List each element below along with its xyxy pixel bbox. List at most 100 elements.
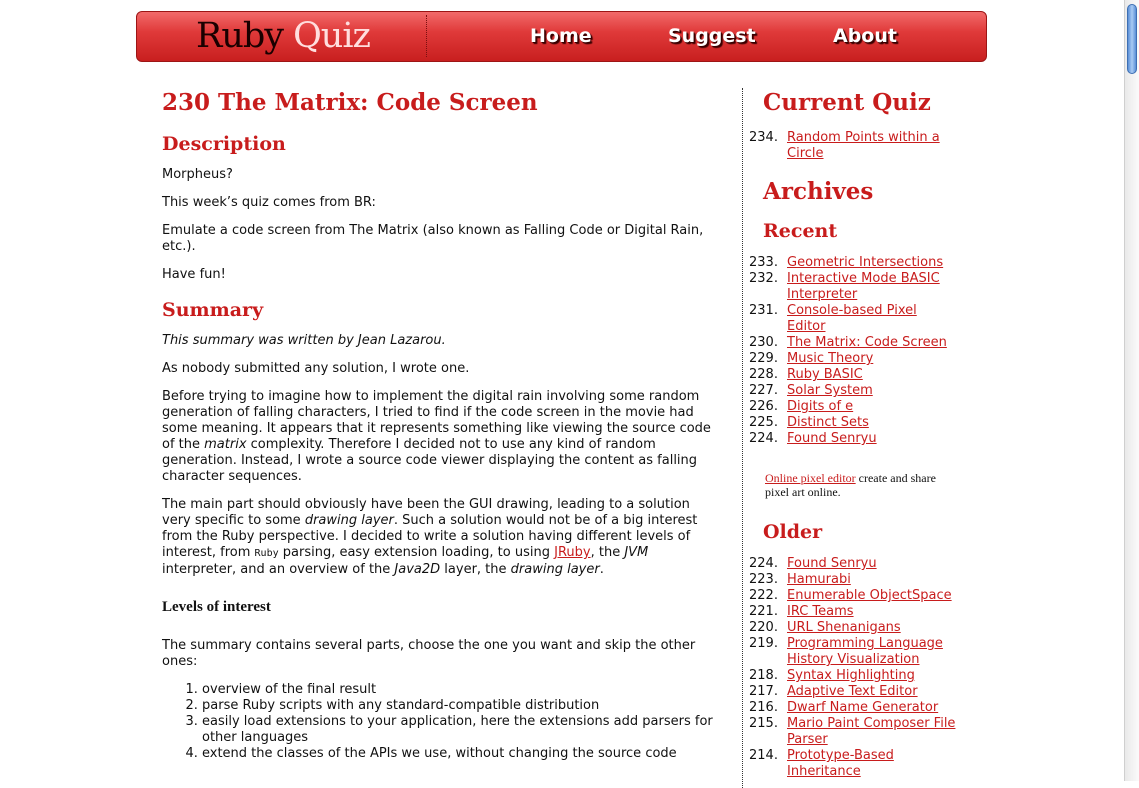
quiz-list-item: 231. Console-based Pixel Editor [749,303,969,335]
sidebar: Current Quiz 234. Random Points within a … [749,86,969,780]
quiz-link[interactable]: Programming Language History Visualizati… [787,636,957,668]
description-heading: Description [162,133,286,155]
quiz-link[interactable]: Found Senryu [787,431,957,447]
quiz-number: 226. [749,399,778,414]
scrollbar-thumb[interactable] [1127,4,1137,74]
quiz-number: 216. [749,700,778,715]
site-header: Ruby Quiz Home Suggest About [136,11,987,62]
quiz-link[interactable]: Distinct Sets [787,415,957,431]
byline-text: This summary was written by Jean Lazarou… [162,333,446,348]
quiz-link[interactable]: The Matrix: Code Screen [787,335,957,351]
sidebar-divider [742,88,743,788]
emphasis: JVM [624,545,649,560]
quiz-link[interactable]: Enumerable ObjectSpace [787,588,957,604]
quiz-list-item: 234. Random Points within a Circle [749,130,969,162]
summary-heading: Summary [162,299,264,321]
list-item: parse Ruby scripts with any standard-com… [202,698,722,714]
nav-suggest-link[interactable]: Suggest [668,25,756,47]
jruby-link[interactable]: JRuby [554,545,590,560]
page-title: 230 The Matrix: Code Screen [162,89,538,116]
text-run: . [599,562,604,577]
pixel-editor-link[interactable]: Online pixel editor [765,471,856,485]
quiz-link[interactable]: Syntax Highlighting [787,668,957,684]
nav-home-link[interactable]: Home [530,25,592,47]
quiz-list-item: 221. IRC Teams [749,604,969,620]
logo-word-ruby: Ruby [196,16,284,56]
quiz-number: 232. [749,271,778,286]
quiz-link[interactable]: Dwarf Name Generator [787,700,957,716]
quiz-link[interactable]: Ruby BASIC [787,367,957,383]
list-item: easily load extensions to your applicati… [202,714,722,746]
quiz-link[interactable]: Prototype-Based Inheritance [787,748,957,780]
text-run: , the [590,545,625,560]
text-run: layer, the [440,562,511,577]
quiz-number: 225. [749,415,778,430]
quiz-list-item: 222. Enumerable ObjectSpace [749,588,969,604]
pixel-editor-promo: Online pixel editor create and share pix… [765,471,945,499]
quiz-link[interactable]: IRC Teams [787,604,957,620]
quiz-link[interactable]: Adaptive Text Editor [787,684,957,700]
description-paragraph: Emulate a code screen from The Matrix (a… [162,223,704,254]
logo-word-quiz: Quiz [293,16,371,56]
main-content: 230 The Matrix: Code Screen Description … [162,86,722,762]
list-item: extend the classes of the APIs we use, w… [202,746,722,762]
quiz-list-item: 217. Adaptive Text Editor [749,684,969,700]
quiz-link[interactable]: Digits of e [787,399,957,415]
quiz-list-item: 233. Geometric Intersections [749,255,969,271]
quiz-number: 234. [749,130,778,145]
quiz-link[interactable]: Mario Paint Composer File Parser [787,716,957,748]
quiz-number: 219. [749,636,778,651]
quiz-list-item: 229. Music Theory [749,351,969,367]
quiz-number: 220. [749,620,778,635]
nav-about-link[interactable]: About [833,25,897,47]
description-paragraph: This week’s quiz comes from BR: [162,195,376,210]
quiz-number: 218. [749,668,778,683]
quiz-number: 233. [749,255,778,270]
quiz-number: 224. [749,556,778,571]
summary-paragraph: As nobody submitted any solution, I wrot… [162,361,470,376]
quiz-number: 214. [749,748,778,763]
text-run: parsing, easy extension loading, to usin… [278,545,555,560]
quiz-link[interactable]: Solar System [787,383,957,399]
quiz-number: 223. [749,572,778,587]
quiz-number: 222. [749,588,778,603]
vertical-scrollbar[interactable] [1124,0,1139,781]
quiz-list-item: 223. Hamurabi [749,572,969,588]
inline-code: Ruby [254,548,279,559]
recent-heading: Recent [763,220,838,242]
quiz-number: 221. [749,604,778,619]
quiz-link[interactable]: Geometric Intersections [787,255,957,271]
older-quiz-list: 224. Found Senryu 223. Hamurabi 222. Enumerab… [749,556,969,780]
quiz-link[interactable]: Interactive Mode BASIC Interpreter [787,271,957,303]
description-paragraph: Have fun! [162,267,226,282]
quiz-list-item: 232. Interactive Mode BASIC Interpreter [749,271,969,303]
quiz-number: 224. [749,431,778,446]
levels-heading: Levels of interest [162,599,271,615]
quiz-number: 227. [749,383,778,398]
quiz-link[interactable]: Music Theory [787,351,957,367]
quiz-link[interactable]: Console-based Pixel Editor [787,303,957,335]
emphasis: matrix [204,437,247,452]
quiz-link[interactable]: Hamurabi [787,572,957,588]
quiz-link[interactable]: Found Senryu [787,556,957,572]
older-heading: Older [763,521,823,543]
summary-paragraph: Before trying to imagine how to implemen… [162,389,722,485]
quiz-list-item: 215. Mario Paint Composer File Parser [749,716,969,748]
quiz-list-item: 224. Found Senryu [749,431,969,447]
header-divider [426,15,427,57]
quiz-number: 230. [749,335,778,350]
quiz-link[interactable]: Random Points within a Circle [787,130,957,162]
quiz-list-item: 230. The Matrix: Code Screen [749,335,969,351]
quiz-list-item: 228. Ruby BASIC [749,367,969,383]
list-item: overview of the final result [202,682,722,698]
quiz-list-item: 224. Found Senryu [749,556,969,572]
archives-heading: Archives [763,178,874,205]
quiz-link[interactable]: URL Shenanigans [787,620,957,636]
site-logo[interactable]: Ruby Quiz [196,15,371,57]
recent-quiz-list: 233. Geometric Intersections 232. Interacti… [749,255,969,447]
levels-list: overview of the final result parse Ruby … [162,682,722,762]
quiz-list-item: 214. Prototype-Based Inheritance [749,748,969,780]
quiz-list-item: 219. Programming Language History Visuali… [749,636,969,668]
quiz-number: 228. [749,367,778,382]
summary-byline: This summary was written by Jean Lazarou… [162,333,722,349]
